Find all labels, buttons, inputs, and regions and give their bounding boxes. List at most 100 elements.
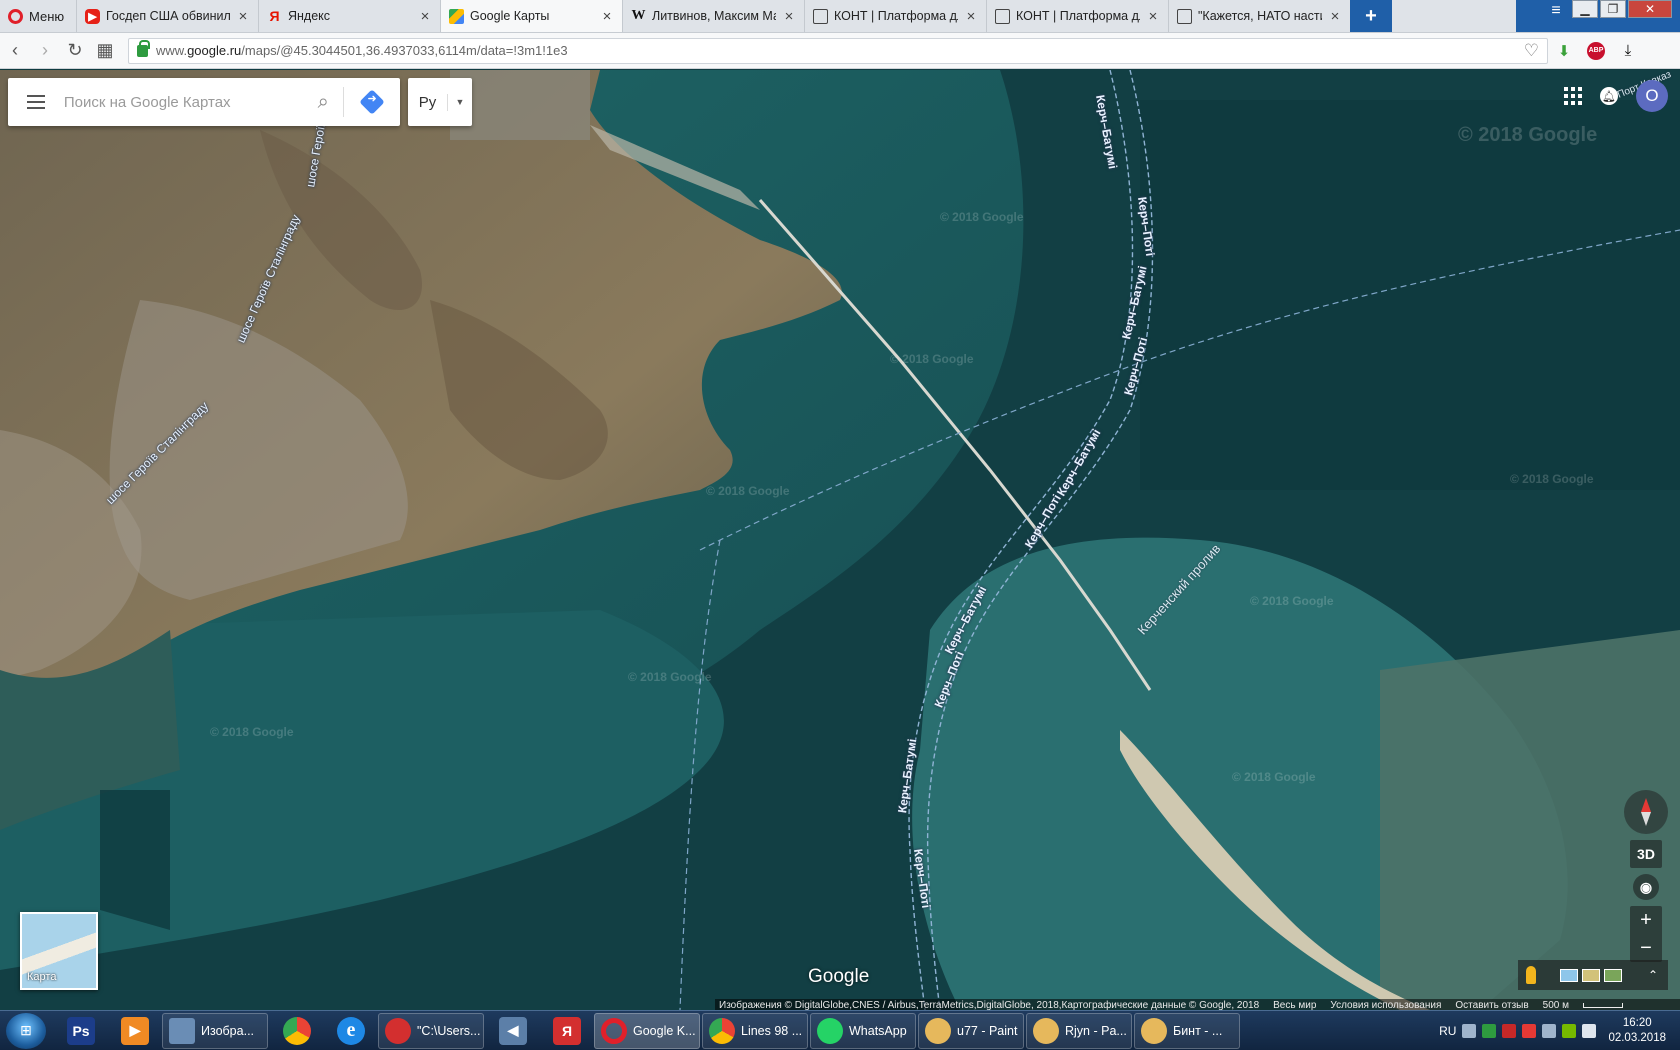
language-indicator[interactable]: RU	[1439, 1024, 1456, 1038]
feedback-link[interactable]: Оставить отзыв	[1455, 1000, 1528, 1010]
opera-menu-button[interactable]: Меню	[0, 0, 76, 32]
taskbar-app-opera[interactable]: Google K...	[594, 1012, 700, 1049]
close-icon[interactable]: ×	[1146, 8, 1160, 25]
network-icon[interactable]	[1542, 1023, 1557, 1038]
minimize-button[interactable]: ▁	[1572, 0, 1598, 18]
download-extension-icon[interactable]: ⬇	[1548, 42, 1580, 60]
nvidia-icon[interactable]	[1562, 1023, 1577, 1038]
speed-dial-icon[interactable]: ▦	[90, 40, 120, 61]
tray-icon[interactable]	[1502, 1023, 1517, 1038]
tab-youtube[interactable]: ▶ Госдеп США обвинил Рос ×	[76, 0, 258, 32]
map-type-toggle[interactable]: Карта	[20, 912, 98, 990]
search-icon[interactable]: ⌕	[303, 91, 343, 114]
tab-title: Google Карты	[470, 9, 550, 23]
tab-title: "Кажется, НАТО настиг ж	[1198, 9, 1322, 23]
speaker-app-icon: ◀	[499, 1016, 527, 1045]
new-tab-button[interactable]: +	[1350, 0, 1392, 32]
tray-icon[interactable]	[1482, 1023, 1497, 1038]
close-icon[interactable]: ×	[418, 8, 432, 25]
pegman-icon[interactable]	[1526, 966, 1536, 984]
tab-yandex[interactable]: Я Яндекс ×	[258, 0, 440, 32]
taskbar-pin-ie[interactable]: e	[324, 1013, 378, 1049]
close-icon[interactable]: ×	[1328, 8, 1342, 25]
scale-label[interactable]: 500 м	[1543, 1000, 1569, 1010]
taskbar-pin-photoshop[interactable]: Ps	[54, 1013, 108, 1049]
tab-wikipedia[interactable]: W Литвинов, Максим Макси ×	[622, 0, 804, 32]
close-icon[interactable]: ×	[782, 8, 796, 25]
search-input[interactable]	[63, 93, 304, 111]
chrome-icon	[709, 1017, 735, 1044]
bookmark-heart-icon[interactable]: ♡	[1524, 41, 1547, 61]
notifications-bell-icon[interactable]: 🔔︎	[1600, 87, 1618, 105]
street-view-tray: ⌃	[1518, 960, 1668, 990]
clock[interactable]: 16:20 02.03.2018	[1602, 1016, 1672, 1046]
my-location-icon[interactable]: ◉	[1633, 874, 1659, 900]
avatar[interactable]: О	[1636, 80, 1668, 112]
tab-title: КОНТ | Платформа для со	[1016, 9, 1140, 23]
yandex-icon: Я	[269, 8, 280, 24]
downloads-icon[interactable]: ⤓	[1612, 42, 1644, 59]
terms-link[interactable]: Условия использования	[1330, 1000, 1441, 1010]
tab-kont-2[interactable]: КОНТ | Платформа для со ×	[986, 0, 1168, 32]
imagery-tile-icon[interactable]	[1560, 968, 1578, 982]
paint-icon	[1033, 1017, 1059, 1044]
volume-icon[interactable]	[1582, 1023, 1597, 1038]
close-icon[interactable]: ×	[600, 8, 614, 25]
close-icon[interactable]: ×	[236, 8, 250, 25]
whatsapp-icon	[817, 1017, 843, 1044]
compass-icon[interactable]	[1624, 790, 1668, 834]
tab-kont-1[interactable]: КОНТ | Платформа для со ×	[804, 0, 986, 32]
maximize-button[interactable]: ❐	[1600, 0, 1626, 18]
taskbar-app[interactable]: Изобра...	[162, 1012, 268, 1049]
tray-icon[interactable]	[1462, 1023, 1477, 1038]
adblock-icon[interactable]: ABP	[1587, 41, 1605, 60]
menu-label: Меню	[29, 8, 65, 24]
apps-grid-icon[interactable]	[1564, 87, 1582, 105]
tab-google-maps[interactable]: Google Карты ×	[440, 0, 622, 32]
world-link[interactable]: Весь мир	[1273, 1000, 1316, 1010]
taskbar-app[interactable]: WhatsApp	[810, 1012, 916, 1049]
edit-icon	[995, 8, 1010, 24]
close-window-button[interactable]: ✕	[1628, 0, 1672, 18]
expand-chevron-icon[interactable]: ⌃	[1648, 968, 1668, 982]
imagery-watermark: © 2018 Google	[1232, 770, 1316, 784]
taskbar-pin-media[interactable]: ▶	[108, 1013, 162, 1049]
reload-icon[interactable]: ↻	[60, 40, 90, 61]
directions-button[interactable]	[344, 89, 400, 115]
imagery-tile-icon[interactable]	[1582, 968, 1600, 982]
imagery-watermark: © 2018 Google	[1510, 472, 1594, 486]
tray-icon[interactable]	[1522, 1023, 1537, 1038]
taskbar-app[interactable]: u77 - Paint	[918, 1012, 1024, 1049]
zoom-out-button[interactable]: −	[1630, 934, 1662, 962]
search-box: ⌕	[8, 78, 400, 126]
edit-icon	[813, 8, 828, 24]
taskbar-pin-speaker[interactable]: ◀	[486, 1013, 540, 1049]
language-selector[interactable]: Ру ▼	[408, 78, 472, 126]
start-button[interactable]: ⊞	[6, 1012, 46, 1049]
taskbar-app[interactable]: "C:\Users...	[378, 1012, 484, 1049]
tilt-3d-button[interactable]: 3D	[1630, 840, 1662, 868]
forward-arrow-icon[interactable]: ›	[30, 40, 60, 61]
google-maps-icon	[449, 8, 464, 24]
imagery-tile-icon[interactable]	[1604, 968, 1622, 982]
tab-nato[interactable]: "Кажется, НАТО настиг ж ×	[1168, 0, 1350, 32]
taskbar-app[interactable]: Lines 98 ...	[702, 1012, 808, 1049]
satellite-map[interactable]: Керч–Батумі Керч–Поті Керч–Батумі Керч–П…	[0, 70, 1680, 1010]
tab-title: Литвинов, Максим Макси	[652, 9, 776, 23]
chrome-icon	[283, 1016, 311, 1045]
taskbar-app-label: Изобра...	[201, 1023, 255, 1038]
back-arrow-icon[interactable]: ‹	[0, 40, 30, 61]
imagery-watermark: © 2018 Google	[1458, 124, 1598, 146]
url-field[interactable]: www.google.ru/maps/@45.3044501,36.493703…	[128, 37, 1548, 64]
url-text[interactable]: www.google.ru/maps/@45.3044501,36.493703…	[156, 43, 1516, 58]
tab-menu-icon[interactable]: ≡	[1542, 0, 1570, 22]
hamburger-menu-icon[interactable]	[8, 95, 64, 109]
zoom-in-button[interactable]: +	[1630, 906, 1662, 934]
opera-logo-icon	[8, 8, 23, 24]
taskbar-app[interactable]: Rjyn - Pa...	[1026, 1012, 1132, 1049]
taskbar-pin-chrome[interactable]	[270, 1013, 324, 1049]
taskbar-pin-yandex[interactable]: Я	[540, 1013, 594, 1049]
imagery-watermark: © 2018 Google	[628, 670, 712, 684]
taskbar-app[interactable]: Бинт - ...	[1134, 1012, 1240, 1049]
close-icon[interactable]: ×	[964, 8, 978, 25]
